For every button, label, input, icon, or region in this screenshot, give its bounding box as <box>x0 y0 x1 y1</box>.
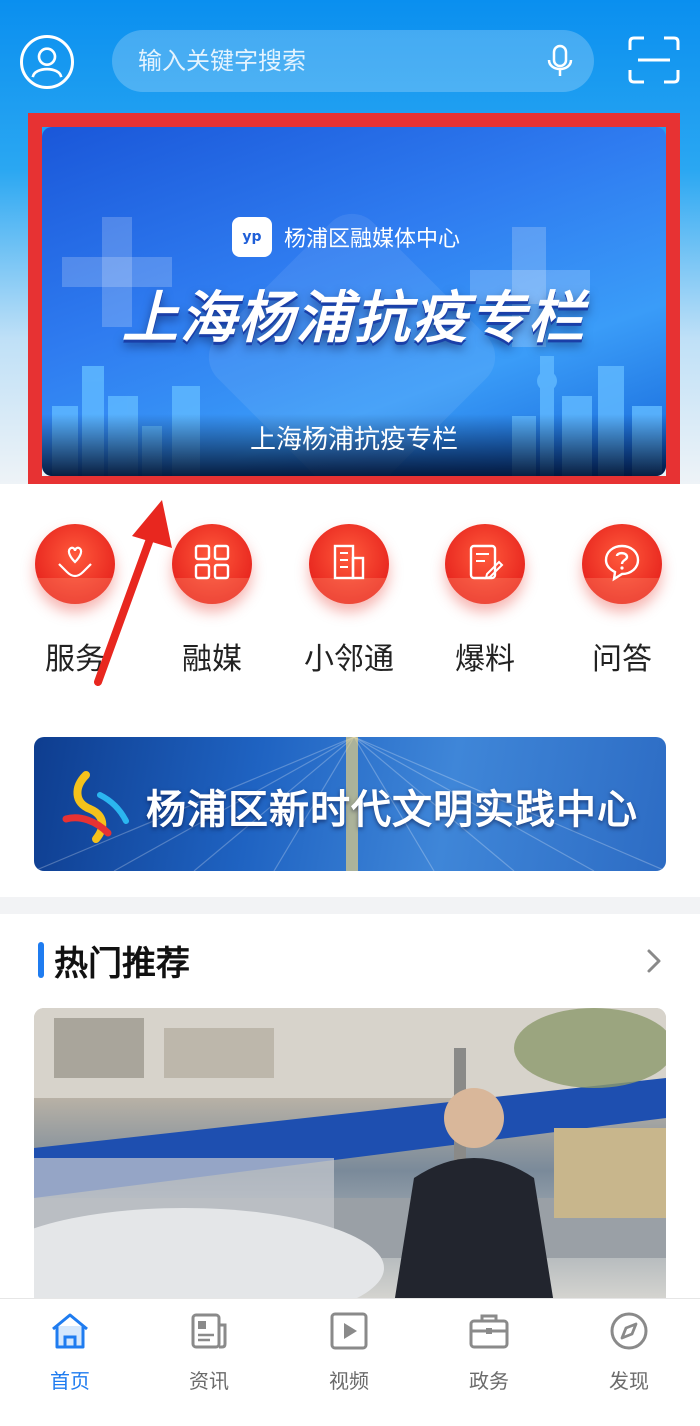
video-icon <box>330 1312 368 1350</box>
news-icon <box>191 1313 227 1349</box>
civilization-center-title: 杨浦区新时代文明实践中心 <box>146 786 638 833</box>
tab-label: 发现 <box>609 1369 649 1393</box>
banner-caption: 上海杨浦抗疫专栏 <box>249 425 458 455</box>
tab-label: 首页 <box>50 1369 90 1393</box>
hot-section-title: 热门推荐 <box>54 944 190 984</box>
tab-news[interactable]: 资讯 <box>149 1309 269 1394</box>
search-bar[interactable] <box>112 30 594 92</box>
briefcase-icon <box>469 1314 509 1349</box>
quick-link-neighbor[interactable]: 小邻通 <box>289 524 409 678</box>
grid-icon <box>194 544 230 580</box>
hot-article-photo[interactable] <box>34 1008 666 1304</box>
quick-link-icon-bg <box>445 524 525 604</box>
quick-link-icon-bg <box>582 524 662 604</box>
epidemic-column-banner[interactable]: yp 杨浦区融媒体中心 上海杨浦抗疫专栏 上海杨浦抗疫专栏 <box>42 127 666 476</box>
tab-video[interactable]: 视频 <box>289 1309 409 1394</box>
edit-note-icon <box>469 544 504 580</box>
header: yp 杨浦区融媒体中心 上海杨浦抗疫专栏 <box>0 0 700 490</box>
search-input[interactable] <box>138 42 518 80</box>
compass-icon <box>610 1312 648 1350</box>
tab-label: 资讯 <box>189 1369 229 1393</box>
home-icon <box>52 1313 88 1349</box>
section-accent-bar <box>38 942 44 978</box>
heart-hands-icon <box>58 546 92 578</box>
hot-section: 热门推荐 <box>0 914 700 1304</box>
banner-brand-name: 杨浦区融媒体中心 <box>284 227 461 252</box>
media-center-logo: yp <box>232 217 272 257</box>
banner-highlight-frame: yp 杨浦区融媒体中心 上海杨浦抗疫专栏 上海杨浦抗疫专栏 <box>28 113 680 490</box>
scan-icon[interactable] <box>628 36 680 84</box>
chevron-right-icon[interactable] <box>640 944 668 978</box>
quick-link-label: 问答 <box>592 642 652 677</box>
quick-link-report[interactable]: 爆料 <box>425 524 545 678</box>
tab-government[interactable]: 政务 <box>429 1309 549 1394</box>
quick-link-label: 小邻通 <box>304 642 394 677</box>
building-icon <box>333 544 365 580</box>
question-icon <box>604 544 640 582</box>
tab-discover[interactable]: 发现 <box>569 1309 689 1394</box>
quick-link-qa[interactable]: 问答 <box>562 524 682 678</box>
street-photo-illustration <box>34 1008 666 1304</box>
avatar-icon[interactable] <box>20 35 74 89</box>
quick-link-icon-bg <box>309 524 389 604</box>
civilization-logo-icon <box>62 771 129 843</box>
microphone-icon[interactable] <box>542 43 578 79</box>
civilization-center-banner[interactable]: 杨浦区新时代文明实践中心 <box>34 737 666 871</box>
tab-home[interactable]: 首页 <box>10 1309 130 1394</box>
tab-label: 视频 <box>329 1369 369 1393</box>
red-arrow-annotation <box>94 500 172 686</box>
bottom-tab-bar: 首页 资讯 视频 政务 发现 <box>0 1298 700 1426</box>
tab-label: 政务 <box>469 1369 509 1393</box>
banner-brand: yp 杨浦区融媒体中心 <box>232 215 460 259</box>
quick-link-label: 爆料 <box>455 642 515 677</box>
